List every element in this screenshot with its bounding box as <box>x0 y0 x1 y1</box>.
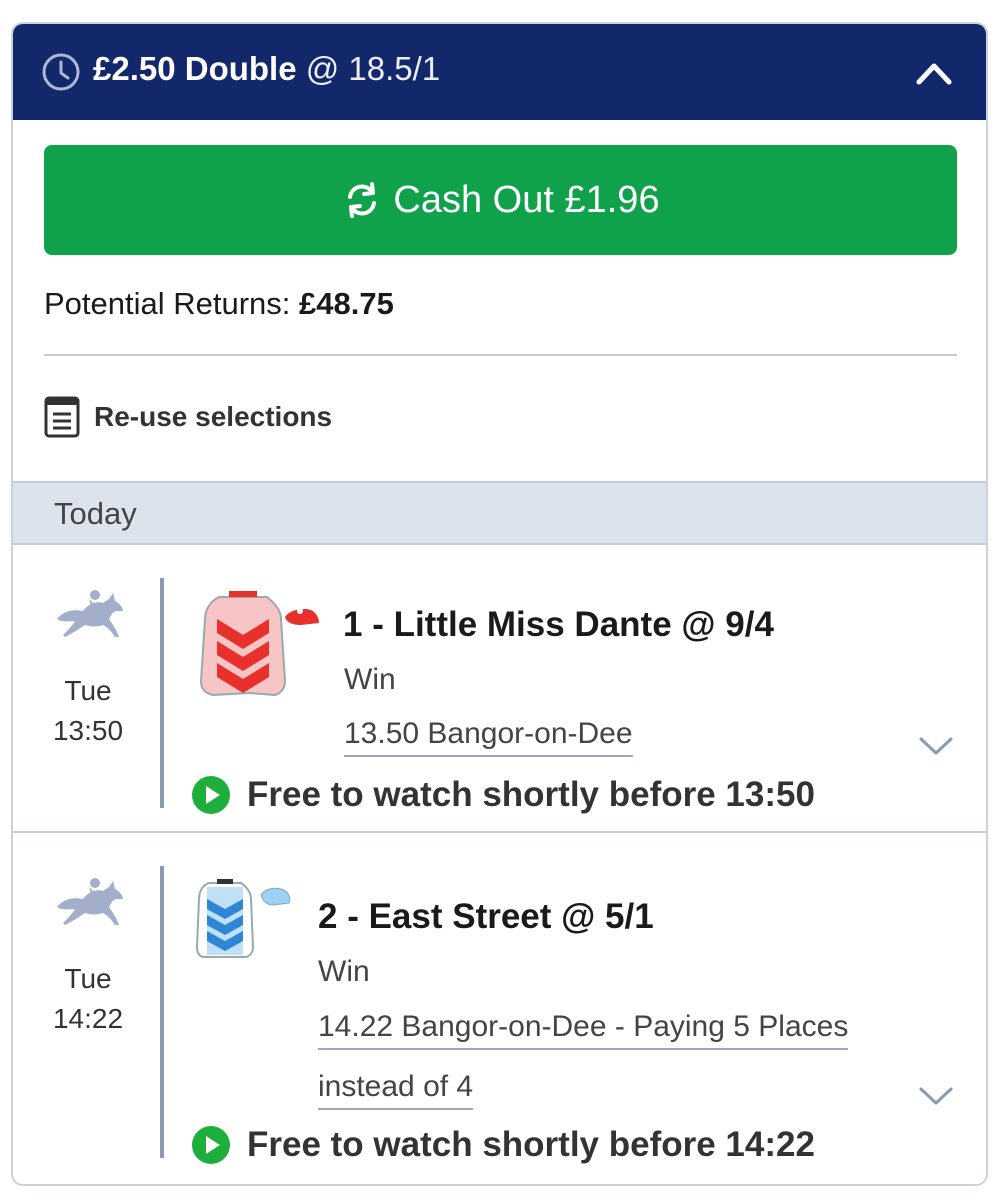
bet-stake: £2.50 Double <box>93 50 297 87</box>
timeline-divider <box>160 578 164 808</box>
jockey-silks-icon <box>195 879 291 958</box>
cashout-arrows-icon <box>348 182 377 218</box>
race-time: 13:50 <box>52 715 124 746</box>
race-event-link-continued[interactable]: instead of 4 <box>318 1070 474 1110</box>
horse-racing-icon <box>57 590 123 637</box>
horse-racing-icon <box>57 878 123 925</box>
clock-icon <box>42 53 80 91</box>
selection-row[interactable]: Tue 14:22 2 - East Street @ 5/1 Win 14.2… <box>13 835 986 1184</box>
race-event-link[interactable]: 13.50 Bangor-on-Dee <box>344 717 633 757</box>
chevron-down-icon[interactable] <box>918 1085 954 1107</box>
cash-out-label: Cash Out £1.96 <box>393 178 660 221</box>
selection-market: Win <box>318 955 370 988</box>
bet-odds: @ 18.5/1 <box>305 50 441 87</box>
document-list-icon <box>44 396 80 438</box>
watch-live-link[interactable]: Free to watch shortly before 14:22 <box>191 1125 815 1165</box>
cash-out-button[interactable]: Cash Out £1.96 <box>44 145 957 255</box>
day-header-label: Today <box>54 496 137 531</box>
watch-live-label: Free to watch shortly before 14:22 <box>247 1125 815 1164</box>
race-time: 14:22 <box>52 1003 124 1034</box>
selection-title: 1 - Little Miss Dante @ 9/4 <box>343 605 774 644</box>
chevron-down-icon[interactable] <box>918 735 954 757</box>
selection-row[interactable]: Tue 13:50 1 - Little Miss Dante @ 9/4 Wi… <box>13 547 986 833</box>
reuse-selections-label: Re-use selections <box>94 401 333 432</box>
jockey-silks-icon <box>199 591 319 697</box>
race-day: Tue <box>64 963 112 994</box>
bet-title: £2.50 Double @ 18.5/1 <box>93 50 440 88</box>
potential-returns-label: Potential Returns: <box>44 286 291 321</box>
reuse-selections-button[interactable]: Re-use selections <box>44 396 332 438</box>
bet-header[interactable]: £2.50 Double @ 18.5/1 <box>13 24 986 120</box>
watch-live-label: Free to watch shortly before 13:50 <box>247 775 815 814</box>
race-day: Tue <box>64 675 112 706</box>
selection-title: 2 - East Street @ 5/1 <box>318 897 654 936</box>
watch-live-link[interactable]: Free to watch shortly before 13:50 <box>191 775 815 815</box>
potential-returns-value: £48.75 <box>299 286 394 321</box>
potential-returns: Potential Returns: £48.75 <box>44 286 394 322</box>
selection-market: Win <box>344 663 396 696</box>
bet-card: £2.50 Double @ 18.5/1 Cash Out £1.96 Pot… <box>11 22 988 1186</box>
chevron-up-icon[interactable] <box>916 58 952 86</box>
play-icon <box>192 1126 230 1164</box>
play-icon <box>192 776 230 814</box>
day-header: Today <box>13 481 986 545</box>
divider <box>44 354 957 356</box>
race-event-link[interactable]: 14.22 Bangor-on-Dee - Paying 5 Places <box>318 1010 849 1050</box>
timeline-divider <box>160 866 164 1158</box>
